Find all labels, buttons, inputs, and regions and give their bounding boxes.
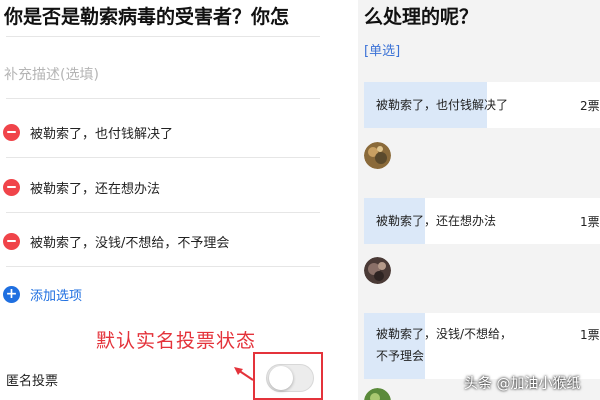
result-card[interactable]: 被勒索了，没钱/不想给， 不予理会 1票: [364, 313, 600, 379]
question-title-continued: 么处理的呢？: [364, 6, 479, 28]
result-label: 被勒索了，也付钱解决了: [376, 98, 509, 112]
result-label: 被勒索了，还在想办法: [376, 214, 497, 228]
add-option-button[interactable]: + 添加选项: [3, 283, 82, 305]
divider: [6, 266, 320, 267]
result-card[interactable]: 被勒索了，也付钱解决了 2票: [364, 82, 600, 128]
annotation-label: 默认实名投票状态: [96, 330, 257, 352]
option-label[interactable]: 被勒索了，没钱/不想给，不予理会: [30, 232, 229, 251]
anonymous-vote-label: 匿名投票: [6, 374, 59, 389]
remove-circle-icon[interactable]: [3, 178, 20, 196]
result-count: 1票: [580, 215, 600, 229]
poll-editor-panel: 你是否是勒索病毒的受害者？你怎 补充描述(选填) 被勒索了，也付钱解决了 被勒索…: [0, 0, 330, 400]
add-option-label: 添加选项: [30, 288, 83, 304]
option-row: 被勒索了，没钱/不想给，不予理会: [3, 229, 229, 253]
voter-avatar[interactable]: [364, 257, 391, 284]
description-input[interactable]: 补充描述(选填): [4, 64, 99, 84]
toggle-knob: [269, 366, 293, 390]
anonymous-vote-toggle[interactable]: [266, 364, 314, 392]
add-circle-icon: +: [3, 285, 20, 303]
result-card[interactable]: 被勒索了，还在想办法 1票: [364, 198, 600, 244]
watermark: 头条 @加油小猴纸: [464, 376, 581, 392]
option-label[interactable]: 被勒索了，也付钱解决了: [30, 123, 173, 142]
divider: [6, 212, 320, 213]
divider: [6, 36, 320, 37]
question-title: 你是否是勒索病毒的受害者？你怎: [4, 6, 290, 28]
divider: [6, 98, 320, 99]
remove-circle-icon[interactable]: [3, 232, 20, 250]
remove-circle-icon[interactable]: [3, 123, 20, 141]
panel-gap: [330, 0, 358, 400]
divider: [6, 157, 320, 158]
poll-results-panel: 么处理的呢？ [单选] 被勒索了，也付钱解决了 2票 被勒索了，还在想办法 1票…: [358, 0, 600, 400]
option-row: 被勒索了，也付钱解决了: [3, 120, 173, 144]
option-label[interactable]: 被勒索了，还在想办法: [30, 178, 160, 197]
result-count: 2票: [580, 99, 600, 113]
single-choice-tag: [单选]: [364, 44, 401, 59]
voter-avatar[interactable]: [364, 142, 391, 169]
result-count: 1票: [580, 328, 600, 342]
annotation-arrow-icon: [234, 367, 254, 381]
voter-avatar[interactable]: [364, 388, 391, 400]
result-label-line2: 不予理会: [376, 349, 425, 363]
result-label-line1: 被勒索了，没钱/不想给，: [376, 327, 513, 341]
option-row: 被勒索了，还在想办法: [3, 175, 160, 199]
